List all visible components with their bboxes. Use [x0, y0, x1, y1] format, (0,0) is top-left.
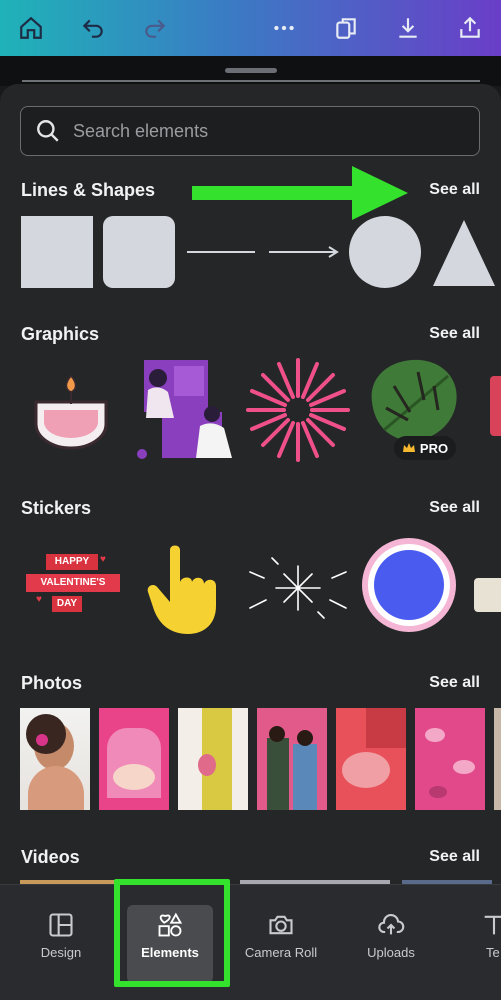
search-icon [37, 120, 59, 142]
pro-label: PRO [419, 440, 449, 456]
section-title-graphics: Graphics [21, 324, 100, 344]
pink-starburst-graphic[interactable] [246, 358, 350, 462]
valentine-line-2: VALENTINE'S [26, 574, 120, 592]
canvas-page-edge [22, 80, 480, 82]
nav-camera-roll[interactable]: Camera Roll [236, 905, 326, 960]
green-arrow-annotation [192, 166, 408, 220]
elements-panel: Lines & Shapes See all Graphics See all [0, 84, 501, 884]
triangle-shape[interactable] [431, 216, 497, 288]
nav-text[interactable]: Te [456, 905, 501, 960]
nav-design-label: Design [40, 945, 82, 960]
hand-pointer-sticker[interactable] [146, 544, 226, 636]
undo-icon [82, 19, 103, 38]
more-button[interactable] [267, 11, 301, 45]
pages-button[interactable] [329, 11, 363, 45]
undo-button[interactable] [76, 11, 110, 45]
section-title-lines-shapes: Lines & Shapes [21, 180, 156, 200]
pro-badge: PRO [394, 436, 456, 460]
photo-thumbnail-plate[interactable] [336, 708, 406, 810]
download-icon [399, 18, 417, 38]
green-highlight-annotation [114, 879, 230, 987]
arrow-line-element[interactable] [267, 242, 341, 262]
panel-drag-handle[interactable] [225, 68, 277, 73]
circle-shape[interactable] [349, 216, 421, 288]
valentine-line-1: HAPPY [46, 554, 98, 570]
share-icon [460, 16, 480, 38]
download-button[interactable] [391, 11, 425, 45]
valentines-sticker[interactable]: HAPPY VALENTINE'S DAY ♥ ♥ [24, 548, 122, 620]
top-toolbar [0, 0, 501, 56]
layout-icon [49, 913, 73, 937]
heart-icon: ♥ [100, 554, 106, 565]
text-icon [484, 915, 501, 935]
photo-thumbnail-pink-fabric[interactable] [415, 708, 485, 810]
nav-uploads-label: Uploads [367, 945, 415, 960]
redo-button[interactable] [138, 11, 172, 45]
nav-uploads[interactable]: Uploads [346, 905, 436, 960]
see-all-graphics[interactable]: See all [429, 325, 480, 343]
see-all-stickers[interactable]: See all [429, 499, 480, 517]
sparkle-sticker[interactable] [246, 552, 350, 624]
rounded-square-shape[interactable] [103, 216, 175, 288]
monstera-leaf-graphic[interactable] [364, 356, 462, 448]
share-button[interactable] [453, 11, 487, 45]
partial-graphic[interactable] [490, 376, 501, 436]
candle-graphic[interactable] [26, 374, 116, 454]
people-toast-graphic[interactable] [134, 358, 236, 462]
more-icon [274, 25, 294, 31]
search-input[interactable] [73, 120, 453, 142]
see-all-videos[interactable]: See all [429, 848, 480, 866]
heart-icon: ♥ [36, 594, 42, 605]
photo-thumbnail-woman-flower[interactable] [20, 708, 90, 810]
crown-icon [402, 443, 415, 452]
section-title-stickers: Stickers [21, 498, 92, 518]
photo-thumbnail-cake[interactable] [99, 708, 169, 810]
section-title-photos: Photos [21, 673, 82, 693]
camera-icon [269, 915, 293, 935]
nav-camera-roll-label: Camera Roll [244, 945, 318, 960]
redo-icon [145, 19, 166, 38]
nav-text-label: Te [486, 945, 500, 960]
see-all-lines-shapes[interactable]: See all [429, 181, 480, 199]
see-all-photos[interactable]: See all [429, 674, 480, 692]
photo-thumbnail-partial[interactable] [494, 708, 501, 810]
bottom-navigation: Design Elements Camera Roll Uploads Te [0, 884, 501, 1000]
square-shape[interactable] [21, 216, 93, 288]
valentine-line-3: DAY [52, 596, 82, 612]
line-element[interactable] [185, 242, 257, 262]
partial-sticker[interactable] [474, 578, 501, 612]
blue-circle-flower-sticker[interactable] [360, 536, 458, 634]
home-button[interactable] [14, 11, 48, 45]
search-bar[interactable] [20, 106, 480, 156]
pages-icon [336, 18, 356, 39]
photo-thumbnail-two-women[interactable] [257, 708, 327, 810]
nav-design[interactable]: Design [16, 905, 106, 960]
photo-thumbnail-yellow-outfit[interactable] [178, 708, 248, 810]
section-title-videos: Videos [21, 847, 80, 867]
home-icon [20, 16, 42, 39]
cloud-upload-icon [378, 914, 405, 935]
